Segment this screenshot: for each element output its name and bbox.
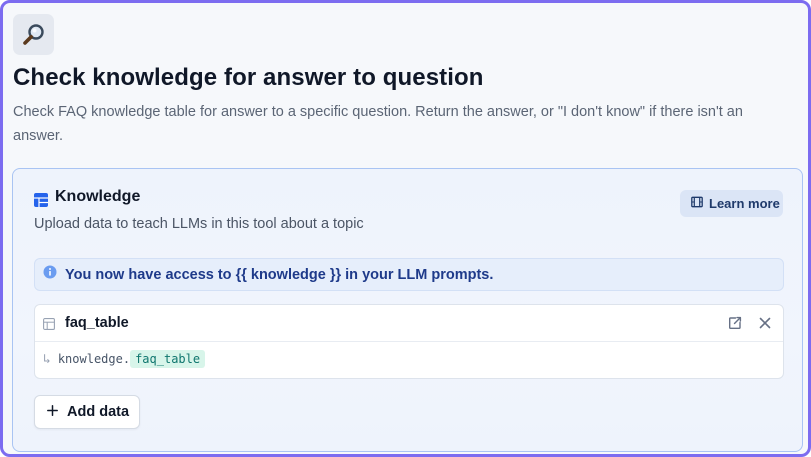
data-source-name: faq_table [65,315,129,331]
learn-more-button[interactable]: Learn more [680,190,783,217]
learn-more-label: Learn more [709,196,780,211]
magnifying-glass-icon [13,14,54,55]
tool-description: Check FAQ knowledge table for answer to … [13,104,743,144]
knowledge-access-notice: You now have access to {{ knowledge }} i… [34,258,784,291]
return-arrow-icon: ↳ [43,351,51,367]
path-key-chip: faq_table [130,350,206,368]
film-icon [691,196,703,211]
table-icon [43,317,55,335]
knowledge-title: Knowledge [55,188,141,205]
info-icon [43,265,57,284]
path-prefix: knowledge. [57,352,131,366]
grid-icon [34,193,48,212]
tool-title: Check knowledge for answer to question [13,64,484,91]
tool-panel: Check knowledge for answer to question C… [0,0,811,457]
add-data-button[interactable]: Add data [34,395,140,429]
knowledge-card: Knowledge Upload data to teach LLMs in t… [12,168,803,452]
data-source-header: faq_table [35,305,783,342]
notice-text: You now have access to {{ knowledge }} i… [65,266,494,283]
close-icon[interactable] [758,316,772,335]
data-source-item: faq_table ↳ knowledge. faq_table [34,304,784,379]
data-source-path: ↳ knowledge. faq_table [43,350,206,368]
plus-icon [47,404,58,420]
add-data-label: Add data [67,404,130,420]
knowledge-subtitle: Upload data to teach LLMs in this tool a… [34,216,364,232]
open-external-icon[interactable] [728,316,742,335]
